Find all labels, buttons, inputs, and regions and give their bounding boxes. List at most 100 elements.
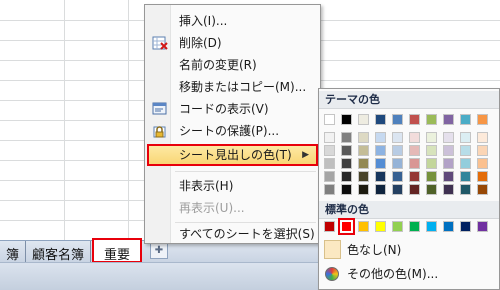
theme-shade-swatch[interactable] — [409, 158, 420, 169]
theme-shade-swatch[interactable] — [392, 171, 403, 182]
theme-shade-swatch[interactable] — [341, 145, 352, 156]
theme-shade-swatch[interactable] — [426, 145, 437, 156]
menu-item-label: 再表示(U)... — [179, 201, 245, 215]
theme-shade-swatch[interactable] — [443, 158, 454, 169]
sheet-context-menu: 挿入(I)... 削除(D) 名前の変更(R) 移動またはコピー(M)... コ… — [144, 4, 321, 244]
menu-item-label: シートの保護(P)... — [179, 124, 280, 138]
standard-color-swatch[interactable] — [358, 221, 369, 232]
theme-shade-swatch[interactable] — [392, 145, 403, 156]
menu-item-view-code[interactable]: コードの表示(V) — [147, 98, 318, 120]
theme-shade-swatch[interactable] — [477, 158, 488, 169]
protect-sheet-icon — [152, 123, 168, 139]
theme-shade-swatch[interactable] — [324, 184, 335, 195]
theme-shade-swatch[interactable] — [443, 171, 454, 182]
menu-item-label: すべてのシートを選択(S) — [179, 227, 315, 241]
theme-shade-swatch[interactable] — [477, 171, 488, 182]
standard-color-swatch[interactable] — [338, 218, 355, 235]
theme-color-swatch[interactable] — [443, 114, 454, 125]
theme-shade-swatch[interactable] — [392, 184, 403, 195]
theme-shade-swatch[interactable] — [341, 171, 352, 182]
theme-shade-swatch[interactable] — [358, 171, 369, 182]
theme-shade-swatch[interactable] — [358, 145, 369, 156]
theme-shade-swatch[interactable] — [460, 145, 471, 156]
more-colors-option[interactable]: その他の色(M)... — [319, 263, 499, 285]
theme-colors-header: テーマの色 — [319, 91, 499, 109]
theme-shade-swatch[interactable] — [426, 132, 437, 143]
theme-color-swatch[interactable] — [375, 114, 386, 125]
menu-item-protect-sheet[interactable]: シートの保護(P)... — [147, 120, 318, 142]
theme-color-swatch[interactable] — [341, 114, 352, 125]
theme-shade-swatch[interactable] — [341, 132, 352, 143]
menu-item-insert[interactable]: 挿入(I)... — [147, 10, 318, 32]
theme-shade-swatch[interactable] — [443, 132, 454, 143]
no-color-option[interactable]: 色なし(N) — [319, 239, 499, 261]
standard-color-swatch[interactable] — [392, 221, 403, 232]
theme-color-swatch[interactable] — [477, 114, 488, 125]
menu-item-delete[interactable]: 削除(D) — [147, 32, 318, 54]
theme-shade-swatch[interactable] — [460, 171, 471, 182]
theme-shade-swatch[interactable] — [392, 132, 403, 143]
standard-color-swatch[interactable] — [426, 221, 437, 232]
more-colors-label: その他の色(M)... — [347, 267, 439, 281]
theme-shade-swatch[interactable] — [460, 158, 471, 169]
sheet-tab-customer-list[interactable]: 顧客名簿 — [26, 241, 92, 263]
menu-item-move-or-copy[interactable]: 移動またはコピー(M)... — [147, 76, 318, 98]
menu-item-hide[interactable]: 非表示(H) — [147, 175, 318, 197]
theme-shade-swatch[interactable] — [443, 184, 454, 195]
theme-shade-swatch[interactable] — [409, 184, 420, 195]
standard-color-swatch[interactable] — [443, 221, 454, 232]
theme-shade-swatch[interactable] — [358, 132, 369, 143]
sheet-tab-partial[interactable]: 簿 — [0, 241, 27, 263]
standard-color-swatch[interactable] — [477, 221, 488, 232]
theme-shade-swatch[interactable] — [460, 184, 471, 195]
theme-shade-swatch[interactable] — [324, 171, 335, 182]
theme-shade-swatch[interactable] — [426, 158, 437, 169]
theme-shade-swatch[interactable] — [477, 184, 488, 195]
view-code-icon — [152, 101, 168, 117]
theme-color-swatch[interactable] — [426, 114, 437, 125]
standard-color-swatch[interactable] — [375, 221, 386, 232]
delete-sheet-icon — [152, 35, 168, 51]
theme-shade-swatch[interactable] — [341, 184, 352, 195]
theme-color-swatch[interactable] — [392, 114, 403, 125]
theme-shade-swatch[interactable] — [426, 184, 437, 195]
theme-shade-swatch[interactable] — [324, 132, 335, 143]
theme-shade-swatch[interactable] — [341, 158, 352, 169]
theme-shade-swatch[interactable] — [477, 145, 488, 156]
theme-shade-swatch[interactable] — [409, 171, 420, 182]
theme-shade-swatch[interactable] — [409, 132, 420, 143]
theme-shade-swatch[interactable] — [426, 171, 437, 182]
theme-color-swatch[interactable] — [324, 114, 335, 125]
theme-shade-swatch[interactable] — [375, 171, 386, 182]
theme-shade-swatch[interactable] — [477, 132, 488, 143]
sheet-tab-important[interactable]: 重要 — [92, 238, 143, 263]
theme-shade-swatch[interactable] — [324, 158, 335, 169]
theme-shade-swatch[interactable] — [375, 184, 386, 195]
tab-color-submenu: テーマの色 標準の色 色なし(N) その他の色(M)... — [318, 88, 500, 290]
theme-shade-swatch[interactable] — [324, 145, 335, 156]
theme-shade-swatch[interactable] — [392, 158, 403, 169]
theme-shade-swatch[interactable] — [375, 145, 386, 156]
theme-shade-swatch[interactable] — [375, 132, 386, 143]
theme-shade-swatch[interactable] — [409, 145, 420, 156]
theme-shade-swatch[interactable] — [460, 132, 471, 143]
menu-item-label: 移動またはコピー(M)... — [179, 80, 307, 94]
theme-color-swatch[interactable] — [460, 114, 471, 125]
standard-color-swatch[interactable] — [324, 221, 335, 232]
theme-shade-swatch[interactable] — [358, 158, 369, 169]
theme-color-swatch[interactable] — [358, 114, 369, 125]
insert-sheet-icon[interactable]: ✚ — [150, 243, 168, 259]
standard-color-swatch[interactable] — [409, 221, 420, 232]
menu-item-label: 挿入(I)... — [179, 14, 228, 28]
theme-color-swatch[interactable] — [409, 114, 420, 125]
menu-item-tab-color[interactable]: シート見出しの色(T) ▶ — [147, 144, 318, 166]
menu-item-label: コードの表示(V) — [179, 102, 269, 116]
menu-item-select-all-sheets[interactable]: すべてのシートを選択(S) — [147, 223, 318, 245]
theme-shade-swatch[interactable] — [375, 158, 386, 169]
menu-item-rename[interactable]: 名前の変更(R) — [147, 54, 318, 76]
theme-shade-swatch[interactable] — [358, 184, 369, 195]
no-color-swatch — [324, 240, 341, 259]
theme-shade-swatch[interactable] — [443, 145, 454, 156]
menu-item-label: 削除(D) — [179, 36, 222, 50]
standard-color-swatch[interactable] — [460, 221, 471, 232]
